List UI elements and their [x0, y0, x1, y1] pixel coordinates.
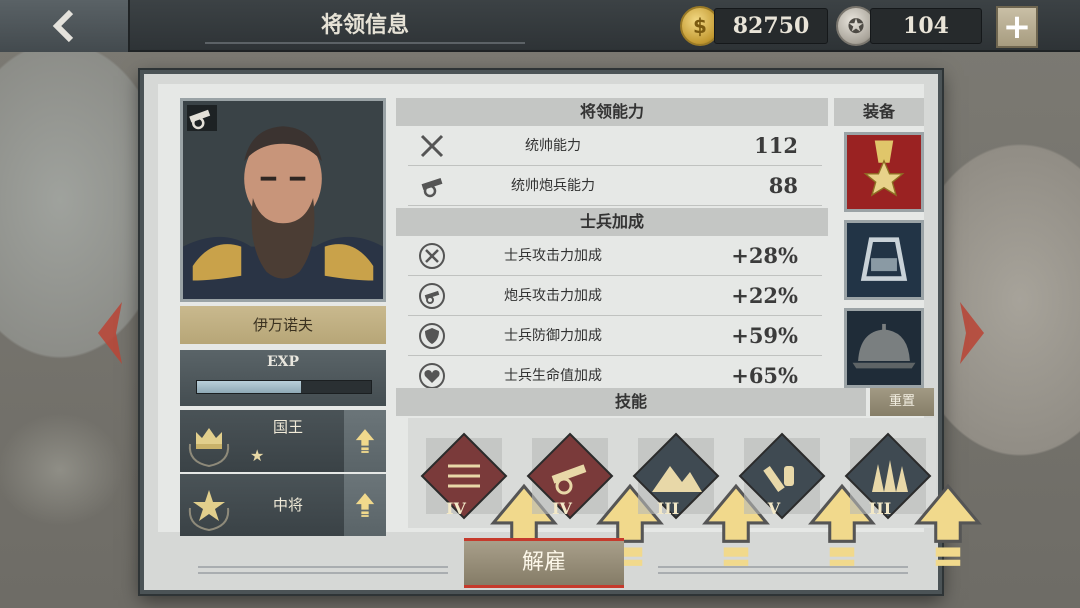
artillery-up-icon — [419, 283, 445, 309]
skill-4[interactable]: V — [736, 430, 876, 566]
upgrade-arrow-icon — [355, 493, 375, 517]
stat-row-soldier-defense: 士兵防御力加成 +59% — [408, 316, 822, 356]
health-up-icon — [419, 363, 445, 389]
stat-row-soldier-attack: 士兵攻击力加成 +28% — [408, 236, 822, 276]
skill-3[interactable]: III — [630, 430, 770, 566]
back-button[interactable] — [0, 0, 130, 52]
crossed-swords-icon — [420, 134, 444, 158]
stat-value: 112 — [754, 133, 798, 158]
stat-value: +59% — [731, 323, 798, 348]
page-title: 将领信息 — [205, 8, 525, 44]
defense-up-icon — [419, 323, 445, 349]
attack-up-icon — [419, 243, 445, 269]
helmet-icon — [847, 311, 921, 385]
upgrade-arrow-icon — [914, 483, 982, 566]
epaulette-icon — [847, 223, 921, 297]
rank-upgrade-button[interactable] — [344, 474, 386, 536]
equipment-slot-helmet[interactable] — [844, 308, 924, 388]
rank-row-king: 国王 ★ — [180, 410, 386, 472]
equipment-slot-medal[interactable] — [844, 132, 924, 212]
dismiss-general-button[interactable]: 解雇 — [464, 538, 624, 588]
stat-row-artillery-command: 统帅炮兵能力 88 — [408, 166, 822, 206]
top-bar: 将领信息 $ 82750 ✪ 104 + — [0, 0, 1080, 52]
cannon-icon — [421, 178, 443, 198]
general-name: 伊万诺夫 — [180, 306, 386, 344]
stat-label: 炮兵攻击力加成 — [504, 288, 602, 304]
stat-value: +28% — [731, 243, 798, 268]
chevron-left-icon — [52, 9, 74, 43]
add-currency-button[interactable]: + — [996, 6, 1038, 48]
exp-progress-bar — [196, 380, 372, 394]
reset-skills-button[interactable]: 重置 — [870, 388, 934, 416]
equipment-slot-epaulette[interactable] — [844, 220, 924, 300]
rank-title: 中将 — [272, 496, 303, 514]
stat-label: 统帅炮兵能力 — [511, 178, 595, 194]
exp-box: EXP — [180, 350, 386, 406]
stat-value: +22% — [731, 283, 798, 308]
stat-value: 88 — [768, 173, 798, 198]
crown-icon — [188, 428, 230, 468]
bonus-header: 士兵加成 — [396, 208, 828, 236]
stat-row-command: 统帅能力 112 — [408, 126, 822, 166]
stat-row-artillery-attack: 炮兵攻击力加成 +22% — [408, 276, 822, 316]
previous-general-arrow[interactable] — [94, 300, 124, 366]
rank-row-lieutenant-general: 中将 — [180, 474, 386, 536]
plus-icon: + — [1002, 7, 1032, 47]
stat-label: 统帅能力 — [525, 138, 581, 154]
decorative-lines-right — [658, 566, 908, 580]
upgrade-arrow-icon — [355, 429, 375, 453]
stat-label: 士兵防御力加成 — [504, 328, 602, 344]
skill-2[interactable]: IV — [524, 430, 664, 566]
skills-header: 技能 — [396, 388, 866, 416]
medal-amount: 104 — [870, 8, 982, 44]
cannon-icon — [187, 105, 217, 131]
gold-amount: 82750 — [714, 8, 828, 44]
exp-label: EXP — [266, 354, 300, 370]
skills-area: IV IV III V III — [408, 418, 982, 566]
ability-header: 将领能力 — [396, 98, 828, 126]
skill-1[interactable]: IV — [418, 430, 558, 566]
decorative-lines-left — [198, 566, 448, 580]
rank-stars: ★ — [250, 446, 265, 465]
next-general-arrow[interactable] — [958, 300, 988, 366]
equipment-header: 装备 — [834, 98, 924, 126]
star-emblem-icon — [188, 490, 230, 532]
rank-upgrade-button[interactable] — [344, 410, 386, 472]
medal-icon — [847, 135, 921, 209]
general-portrait — [180, 98, 386, 302]
stat-label: 士兵攻击力加成 — [504, 248, 602, 264]
general-info-panel: 伊万诺夫 EXP 国王 ★ 中将 将领能力 统帅能力 112 统帅炮兵能力 88… — [140, 70, 982, 594]
skill-5[interactable]: III — [842, 430, 982, 566]
rank-title: 国王 — [272, 418, 303, 436]
panel-content: 伊万诺夫 EXP 国王 ★ 中将 将领能力 统帅能力 112 统帅炮兵能力 88… — [158, 84, 982, 574]
exp-progress-fill — [197, 381, 302, 393]
